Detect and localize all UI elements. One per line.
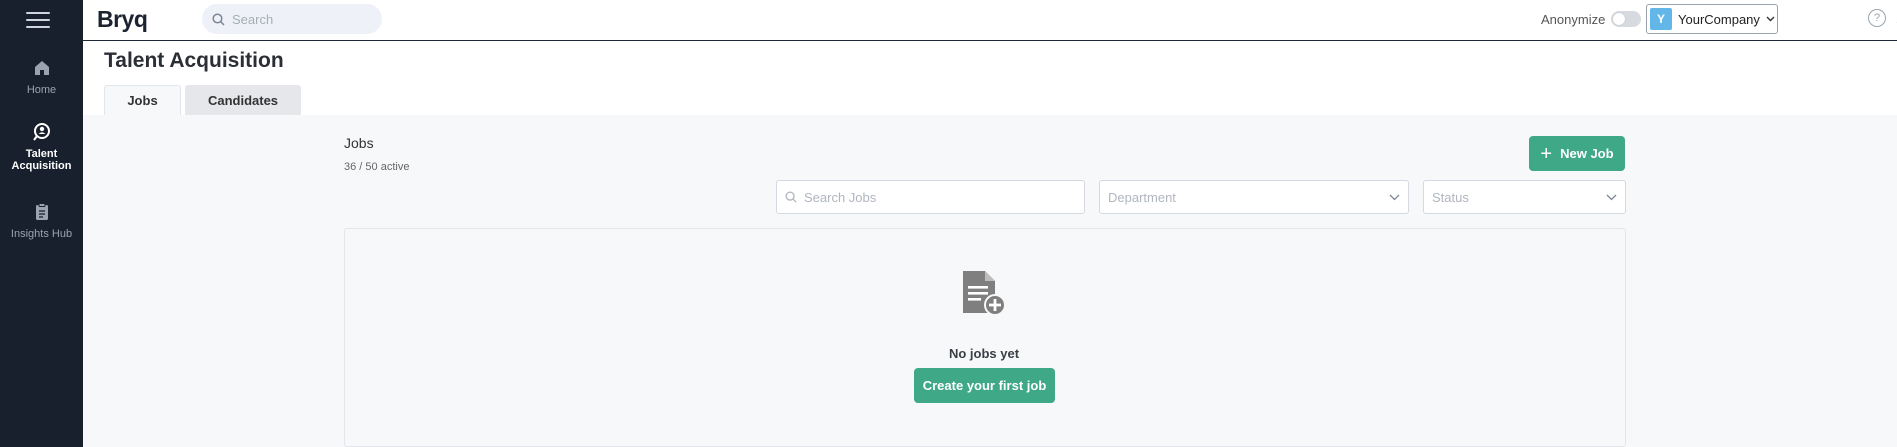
jobs-section-title: Jobs [344, 135, 374, 151]
plus-icon: + [1540, 142, 1553, 165]
job-search-field[interactable] [776, 180, 1085, 214]
anonymize-control: Anonymize [1541, 11, 1642, 27]
sidebar-item-insights-hub[interactable]: Insights Hub [0, 202, 83, 240]
sidebar-item-home[interactable]: Home [0, 58, 83, 96]
anonymize-label: Anonymize [1541, 11, 1606, 27]
document-add-icon [961, 271, 1007, 317]
global-search[interactable] [202, 4, 382, 34]
empty-state-message: No jobs yet [948, 346, 1020, 361]
tab-jobs[interactable]: Jobs [104, 85, 181, 115]
menu-icon[interactable] [26, 12, 50, 28]
chevron-down-icon [1606, 188, 1617, 206]
new-job-label: New Job [1560, 146, 1614, 161]
search-icon [212, 12, 225, 26]
sidebar-item-label: Home [26, 84, 57, 96]
chevron-down-icon [1389, 188, 1400, 206]
empty-state-card [344, 228, 1626, 447]
help-icon[interactable]: ? [1868, 9, 1886, 27]
clipboard-icon [32, 202, 52, 222]
sidebar: Home Talent Acquisition Insights Hub [0, 0, 83, 447]
jobs-active-count: 36 / 50 active [344, 161, 410, 173]
company-name: YourCompany [1678, 11, 1760, 27]
department-placeholder: Department [1108, 189, 1176, 205]
anonymize-toggle[interactable] [1611, 11, 1642, 27]
create-first-job-button[interactable]: Create your first job [914, 368, 1055, 403]
chevron-down-icon [1766, 14, 1775, 25]
search-icon [785, 191, 797, 203]
company-badge: Y [1650, 8, 1672, 30]
sidebar-item-label: Insights Hub [10, 228, 73, 240]
sidebar-item-label: Talent Acquisition [11, 148, 72, 172]
status-select[interactable]: Status [1423, 180, 1626, 214]
sidebar-item-talent-acquisition[interactable]: Talent Acquisition [0, 122, 83, 172]
home-icon [32, 58, 52, 78]
page-title: Talent Acquisition [104, 49, 284, 72]
status-placeholder: Status [1432, 189, 1469, 205]
talent-search-icon [32, 122, 52, 142]
top-bar: Bryq Anonymize Y YourCompany ? MA [83, 0, 1897, 41]
department-select[interactable]: Department [1099, 180, 1409, 214]
search-input[interactable] [232, 11, 372, 27]
tab-candidates[interactable]: Candidates [185, 85, 301, 115]
new-job-button[interactable]: + New Job [1529, 136, 1625, 171]
job-search-input[interactable] [804, 189, 1076, 205]
company-selector[interactable]: Y YourCompany [1646, 4, 1778, 34]
logo[interactable]: Bryq [97, 6, 148, 33]
